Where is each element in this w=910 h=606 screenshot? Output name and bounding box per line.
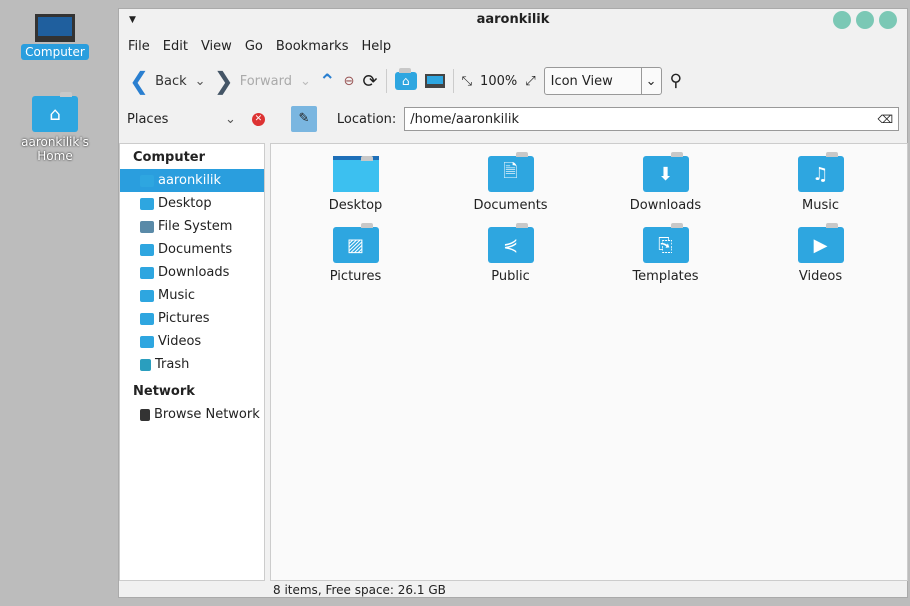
- back-history-dropdown[interactable]: ⌄: [195, 74, 206, 89]
- sidebar-item-browse-network[interactable]: Browse Network: [120, 403, 264, 426]
- trash-icon: [140, 358, 151, 371]
- file-item-desktop[interactable]: Desktop: [278, 156, 433, 213]
- title-bar: ▼ aaronkilik: [119, 9, 907, 35]
- menu-edit[interactable]: Edit: [163, 39, 188, 55]
- separator: [385, 69, 387, 93]
- desktop-icon-home[interactable]: ⌂ aaronkilik's Home: [0, 92, 110, 164]
- sidebar-item-downloads[interactable]: Downloads: [120, 261, 264, 284]
- minimize-button[interactable]: [833, 11, 851, 29]
- file-view: Desktop 🗎 Documents ⬇ Downloads ♫ Music ▨ Pi…: [270, 143, 908, 581]
- sidebar-item-trash[interactable]: Trash: [120, 353, 264, 376]
- home-icon: [140, 174, 154, 187]
- file-item-templates[interactable]: ⎘ Templates: [588, 223, 743, 284]
- menu-go[interactable]: Go: [245, 39, 263, 55]
- file-item-public[interactable]: ⋞ Public: [433, 223, 588, 284]
- laptop-icon: [35, 14, 75, 42]
- drive-icon: [140, 220, 154, 233]
- search-icon[interactable]: ⚲: [670, 71, 682, 91]
- chevron-down-icon: ⌄: [640, 68, 661, 94]
- documents-icon: [140, 243, 154, 256]
- menu-bar: File Edit View Go Bookmarks Help: [119, 35, 907, 59]
- edit-location-button[interactable]: ✎: [290, 106, 317, 132]
- location-input[interactable]: /home/aaronkilik ⌫: [404, 107, 899, 131]
- downloads-icon: [140, 266, 154, 279]
- downloads-folder-icon: ⬇: [642, 152, 689, 192]
- sidebar-header-computer: Computer: [133, 150, 206, 165]
- view-mode-select[interactable]: Icon View ⌄: [543, 67, 662, 95]
- chevron-down-icon[interactable]: ⌄: [225, 112, 236, 127]
- desktop-icon-computer[interactable]: Computer: [0, 14, 110, 60]
- videos-folder-icon: ▶: [797, 223, 844, 263]
- separator: [452, 69, 454, 93]
- pictures-folder-icon: ▨: [332, 223, 379, 263]
- documents-folder-icon: 🗎: [487, 152, 534, 192]
- forward-button[interactable]: ❯ Forward: [214, 67, 292, 95]
- sidebar-item-desktop[interactable]: Desktop: [120, 192, 264, 215]
- home-button[interactable]: ⌂: [394, 68, 417, 90]
- location-bar: Places ⌄ ✕ ✎ Location: /home/aaronkilik ⌫: [119, 103, 907, 135]
- sidebar-item-music[interactable]: Music: [120, 284, 264, 307]
- sidebar-header-network: Network: [133, 384, 195, 399]
- public-folder-icon: ⋞: [487, 223, 534, 263]
- file-item-music[interactable]: ♫ Music: [743, 152, 898, 213]
- music-folder-icon: ♫: [797, 152, 844, 192]
- close-button[interactable]: [879, 11, 897, 29]
- forward-history-dropdown[interactable]: ⌄: [300, 74, 311, 89]
- close-sidebar-icon[interactable]: ✕: [251, 112, 265, 126]
- sidebar: Computer aaronkilik Desktop File System …: [119, 143, 265, 581]
- sidebar-item-pictures[interactable]: Pictures: [120, 307, 264, 330]
- sidebar-item-videos[interactable]: Videos: [120, 330, 264, 353]
- zoom-out-icon[interactable]: ⤡: [462, 74, 472, 89]
- templates-folder-icon: ⎘: [642, 223, 689, 263]
- music-icon: [140, 289, 154, 302]
- menu-bookmarks[interactable]: Bookmarks: [276, 39, 349, 55]
- clear-icon[interactable]: ⌫: [877, 113, 893, 126]
- home-folder-icon: ⌂: [32, 92, 78, 132]
- stop-icon[interactable]: ⊖: [344, 74, 355, 89]
- file-item-pictures[interactable]: ▨ Pictures: [278, 223, 433, 284]
- status-bar: 8 items, Free space: 26.1 GB: [273, 583, 446, 597]
- toolbar: ❮ Back ⌄ ❯ Forward ⌄ ⌃ ⊖ ⟳ ⌂ ⤡ 100% ⤢ Icon…: [119, 59, 907, 103]
- zoom-in-icon[interactable]: ⤢: [525, 74, 535, 89]
- network-icon: [140, 408, 150, 421]
- sidebar-item-file-system[interactable]: File System: [120, 215, 264, 238]
- computer-button[interactable]: [424, 74, 445, 88]
- file-item-downloads[interactable]: ⬇ Downloads: [588, 152, 743, 213]
- maximize-button[interactable]: [856, 11, 874, 29]
- window-title: aaronkilik: [476, 12, 550, 27]
- window-menu-icon[interactable]: ▼: [129, 9, 136, 31]
- file-manager-window: ▼ aaronkilik File Edit View Go Bookmarks…: [118, 8, 908, 598]
- back-arrow-icon: ❮: [129, 67, 150, 95]
- zoom-level: 100%: [480, 73, 518, 89]
- places-selector[interactable]: Places: [127, 112, 217, 127]
- menu-help[interactable]: Help: [361, 39, 391, 55]
- file-item-documents[interactable]: 🗎 Documents: [433, 152, 588, 213]
- up-arrow-icon[interactable]: ⌃: [319, 69, 336, 93]
- sidebar-item-aaronkilik[interactable]: aaronkilik: [120, 169, 264, 192]
- desktop-icon: [140, 197, 154, 210]
- back-button[interactable]: ❮ Back: [129, 67, 187, 95]
- videos-icon: [140, 335, 154, 348]
- reload-icon[interactable]: ⟳: [363, 71, 378, 92]
- desktop-folder-icon: [332, 156, 379, 192]
- menu-file[interactable]: File: [128, 39, 150, 55]
- location-label: Location:: [336, 111, 397, 127]
- menu-view[interactable]: View: [201, 39, 232, 55]
- pictures-icon: [140, 312, 154, 325]
- file-item-videos[interactable]: ▶ Videos: [743, 223, 898, 284]
- sidebar-item-documents[interactable]: Documents: [120, 238, 264, 261]
- forward-arrow-icon: ❯: [213, 67, 234, 95]
